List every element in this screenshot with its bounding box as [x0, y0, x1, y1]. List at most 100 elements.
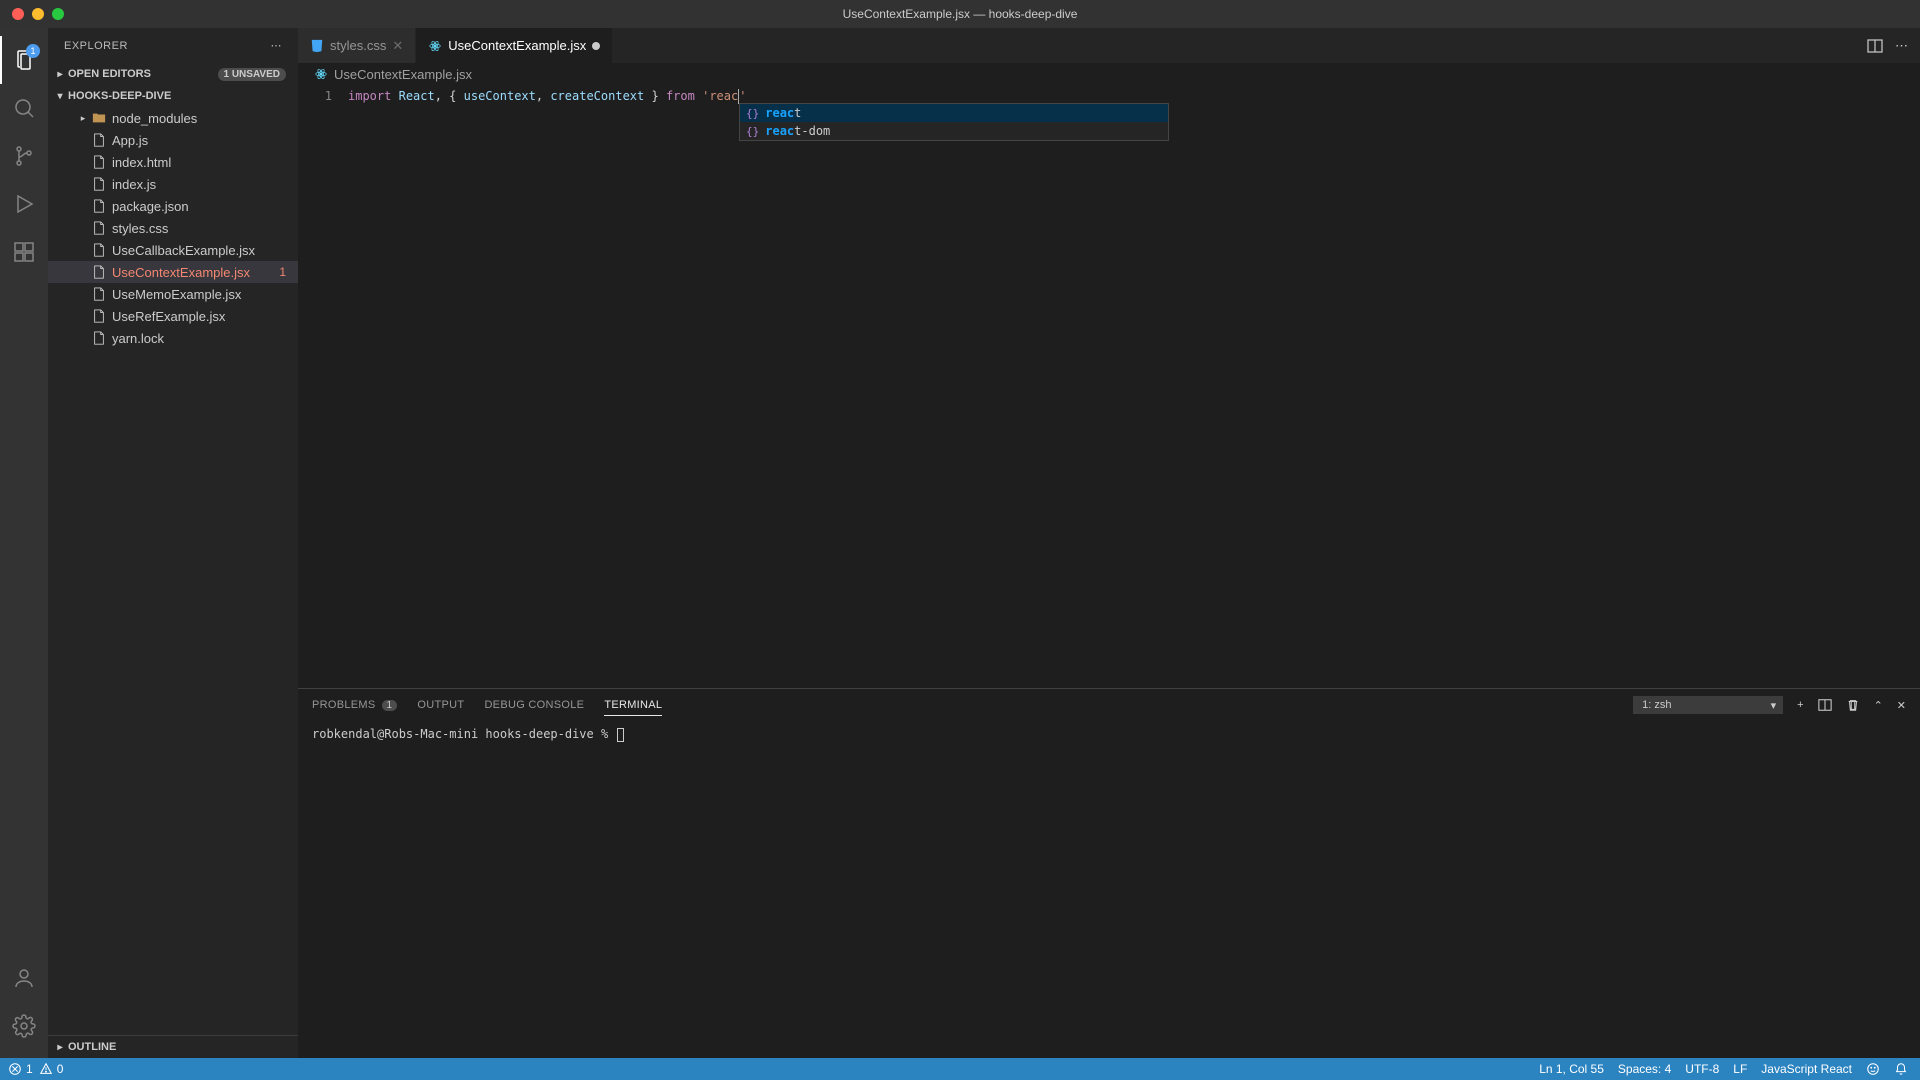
terminal-prompt: robkendal@Robs-Mac-mini hooks-deep-dive …	[312, 727, 615, 741]
status-eol[interactable]: LF	[1733, 1062, 1747, 1076]
close-tab-icon[interactable]: ✕	[392, 38, 403, 54]
file-tree: ▸node_modulesApp.jsindex.htmlindex.jspac…	[48, 107, 298, 1035]
module-icon: {}	[746, 125, 759, 138]
chevron-right-icon: ▸	[76, 113, 90, 124]
tree-item-label: UseRefExample.jsx	[112, 309, 225, 324]
maximize-window-button[interactable]	[52, 8, 64, 20]
tree-item-label: yarn.lock	[112, 331, 164, 346]
status-bar: 1 0 Ln 1, Col 55 Spaces: 4 UTF-8 LF Java…	[0, 1058, 1920, 1080]
terminal[interactable]: robkendal@Robs-Mac-mini hooks-deep-dive …	[298, 721, 1920, 1058]
open-editors-header[interactable]: ▸ OPEN EDITORS 1 UNSAVED	[48, 63, 298, 85]
warning-icon	[39, 1062, 53, 1076]
module-icon: {}	[746, 107, 759, 120]
activity-extensions[interactable]	[0, 228, 48, 276]
tree-item-styles-css[interactable]: styles.css	[48, 217, 298, 239]
outline-header[interactable]: ▸ OUTLINE	[48, 1036, 298, 1058]
tree-item-node_modules[interactable]: ▸node_modules	[48, 107, 298, 129]
tab-usecontextexample-jsx[interactable]: UseContextExample.jsx	[416, 28, 613, 63]
status-indentation[interactable]: Spaces: 4	[1618, 1062, 1671, 1076]
titlebar: UseContextExample.jsx — hooks-deep-dive	[0, 0, 1920, 28]
gear-icon	[12, 1014, 36, 1038]
close-window-button[interactable]	[12, 8, 24, 20]
suggest-item[interactable]: {}react-dom	[740, 122, 1168, 140]
file-icon	[90, 331, 108, 345]
activity-search[interactable]	[0, 84, 48, 132]
folder-icon	[90, 111, 108, 125]
minimize-window-button[interactable]	[32, 8, 44, 20]
status-notifications-icon[interactable]	[1894, 1062, 1908, 1076]
status-warnings[interactable]: 0	[39, 1062, 64, 1076]
activity-explorer[interactable]: 1	[0, 36, 48, 84]
tree-item-index-js[interactable]: index.js	[48, 173, 298, 195]
extensions-icon	[12, 240, 36, 264]
split-editor-icon[interactable]	[1867, 38, 1883, 54]
project-label: HOOKS-DEEP-DIVE	[68, 90, 171, 102]
tree-item-package-json[interactable]: package.json	[48, 195, 298, 217]
terminal-select[interactable]: 1: zsh	[1633, 696, 1783, 714]
autocomplete-widget[interactable]: {}react{}react-dom	[739, 103, 1169, 141]
suggest-item[interactable]: {}react	[740, 104, 1168, 122]
file-icon	[90, 221, 108, 235]
panel-tab-debug-console[interactable]: DEBUG CONSOLE	[484, 695, 584, 715]
tree-item-app-js[interactable]: App.js	[48, 129, 298, 151]
maximize-panel-icon[interactable]: ⌃	[1874, 699, 1883, 712]
tree-item-usecontextexample-jsx[interactable]: UseContextExample.jsx 1	[48, 261, 298, 283]
sidebar-title: EXPLORER ⋯	[48, 28, 298, 63]
more-actions-icon[interactable]: ⋯	[1895, 38, 1908, 54]
outline-label: OUTLINE	[68, 1041, 116, 1053]
branch-icon	[12, 144, 36, 168]
chevron-right-icon: ▸	[52, 69, 68, 80]
tab-styles-css[interactable]: styles.css ✕	[298, 28, 416, 63]
activity-debug[interactable]	[0, 180, 48, 228]
window-title: UseContextExample.jsx — hooks-deep-dive	[843, 7, 1078, 21]
search-icon	[12, 96, 36, 120]
split-terminal-icon[interactable]	[1818, 698, 1832, 712]
status-cursor-position[interactable]: Ln 1, Col 55	[1539, 1062, 1604, 1076]
new-terminal-icon[interactable]: +	[1797, 699, 1803, 711]
code-editor[interactable]: 1 import React, { useContext, createCont…	[298, 85, 1920, 688]
code-content[interactable]: import React, { useContext, createContex…	[348, 85, 1920, 688]
tree-item-usememoexample-jsx[interactable]: UseMemoExample.jsx	[48, 283, 298, 305]
tree-item-label: UseContextExample.jsx	[112, 265, 250, 280]
file-icon	[90, 199, 108, 213]
breadcrumb-file: UseContextExample.jsx	[334, 67, 472, 82]
tree-item-yarn-lock[interactable]: yarn.lock	[48, 327, 298, 349]
panel-tab-terminal[interactable]: TERMINAL	[604, 695, 662, 716]
file-icon	[90, 287, 108, 301]
smiley-icon	[1866, 1062, 1880, 1076]
chevron-right-icon: ▸	[52, 1042, 68, 1053]
tree-item-usecallbackexample-jsx[interactable]: UseCallbackExample.jsx	[48, 239, 298, 261]
tab-bar: styles.css ✕ UseContextExample.jsx ⋯	[298, 28, 1920, 63]
chevron-down-icon: ▾	[52, 91, 68, 102]
sidebar-more-icon[interactable]: ⋯	[271, 39, 283, 52]
activity-accounts[interactable]	[0, 954, 48, 1002]
file-icon	[90, 155, 108, 169]
tree-item-userefexample-jsx[interactable]: UseRefExample.jsx	[48, 305, 298, 327]
tree-item-label: styles.css	[112, 221, 168, 236]
panel-tab-output[interactable]: OUTPUT	[417, 695, 464, 715]
traffic-lights	[0, 8, 64, 20]
file-icon	[90, 243, 108, 257]
activity-bar: 1	[0, 28, 48, 1058]
status-language[interactable]: JavaScript React	[1761, 1062, 1852, 1076]
explorer-label: EXPLORER	[64, 40, 128, 52]
project-header[interactable]: ▾ HOOKS-DEEP-DIVE	[48, 85, 298, 107]
modified-indicator	[592, 42, 600, 50]
tab-label: styles.css	[330, 38, 386, 53]
trash-icon[interactable]	[1846, 698, 1860, 712]
sidebar: EXPLORER ⋯ ▸ OPEN EDITORS 1 UNSAVED ▾ HO…	[48, 28, 298, 1058]
line-number: 1	[298, 87, 332, 105]
account-icon	[12, 966, 36, 990]
status-encoding[interactable]: UTF-8	[1685, 1062, 1719, 1076]
status-feedback-icon[interactable]	[1866, 1062, 1880, 1076]
activity-settings[interactable]	[0, 1002, 48, 1050]
tree-item-index-html[interactable]: index.html	[48, 151, 298, 173]
tree-item-label: UseMemoExample.jsx	[112, 287, 241, 302]
error-badge: 1	[279, 265, 286, 279]
panel-tab-problems[interactable]: PROBLEMS1	[312, 695, 397, 715]
bottom-panel: PROBLEMS1 OUTPUT DEBUG CONSOLE TERMINAL …	[298, 688, 1920, 1058]
breadcrumb[interactable]: UseContextExample.jsx	[298, 63, 1920, 85]
status-errors[interactable]: 1	[8, 1062, 33, 1076]
close-panel-icon[interactable]: ✕	[1897, 699, 1906, 712]
activity-source-control[interactable]	[0, 132, 48, 180]
